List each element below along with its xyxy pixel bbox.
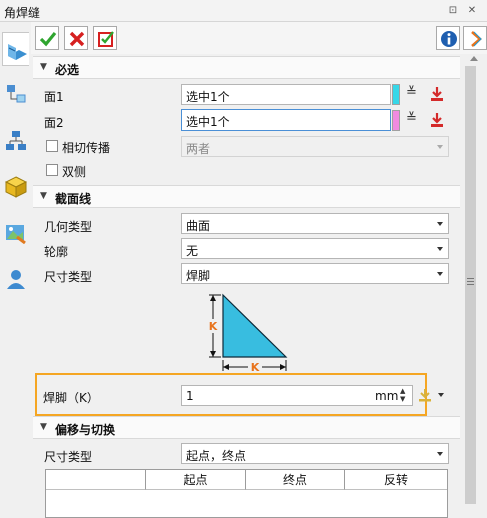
- k-vertical-label: K: [209, 320, 218, 333]
- face1-label: 面1: [44, 90, 64, 104]
- scrollbar-thumb[interactable]: [465, 66, 476, 504]
- face2-pick-icon[interactable]: [429, 111, 445, 129]
- tab-view[interactable]: [2, 216, 29, 250]
- dropdown-arrow-icon: [437, 272, 443, 276]
- face2-expand-icon[interactable]: ≚: [406, 111, 417, 126]
- contour-value: 无: [186, 244, 199, 258]
- dropdown-arrow-icon: [437, 247, 443, 251]
- tab-history[interactable]: [2, 124, 29, 158]
- cross-icon: [69, 31, 85, 47]
- info-icon: [441, 31, 457, 47]
- face2-field[interactable]: 选中1个: [181, 109, 391, 131]
- face2-value: 选中1个: [186, 115, 230, 129]
- window-title: 角焊缝: [4, 6, 41, 20]
- checkmark-icon: [39, 31, 57, 47]
- tab-user[interactable]: [2, 262, 29, 296]
- contour-select[interactable]: 无: [181, 238, 449, 259]
- info-button[interactable]: [436, 26, 460, 50]
- part-cube-icon: [5, 176, 27, 198]
- leg-options-arrow-icon[interactable]: [438, 393, 444, 397]
- double-side-label: 双侧: [62, 165, 87, 179]
- leg-input[interactable]: 1 mm ▲ ▼: [181, 385, 413, 406]
- contour-label: 轮廓: [44, 245, 69, 259]
- user-icon: [7, 270, 25, 289]
- weld-feature-icon: [8, 44, 27, 60]
- history-tree-icon: [6, 131, 26, 150]
- section-title: 截面线: [55, 192, 92, 206]
- face1-expand-icon[interactable]: ≚: [406, 85, 417, 100]
- leg-unit: mm: [375, 389, 399, 403]
- vertical-scrollbar[interactable]: [462, 54, 487, 518]
- tangent-label: 相切传播: [62, 141, 111, 155]
- options-panel: ▼ 必选 面1 选中1个 ≚ 面2 选中1个 ≚ 相切传播 两者 双侧 ▼ 截面…: [31, 54, 462, 518]
- cancel-button[interactable]: [64, 26, 88, 50]
- collapse-triangle-icon: ▼: [40, 422, 47, 432]
- table-header-end: 终点: [246, 470, 345, 490]
- offset-size-type-label: 尺寸类型: [44, 450, 93, 464]
- pin-icon[interactable]: ⊡: [447, 5, 459, 17]
- section-offset-header[interactable]: ▼ 偏移与切换: [33, 416, 460, 439]
- tab-assembly[interactable]: [2, 78, 29, 112]
- offset-size-type-select[interactable]: 起点，终点: [181, 443, 449, 464]
- table-header-flip: 反转: [345, 470, 447, 490]
- left-tab-strip: [0, 22, 31, 518]
- double-side-checkbox[interactable]: [46, 164, 58, 176]
- leg-label: 焊脚（K）: [43, 391, 99, 405]
- face2-label: 面2: [44, 116, 64, 130]
- tangent-select: 两者: [181, 136, 449, 157]
- dropdown-arrow-icon: [437, 452, 443, 456]
- face1-value: 选中1个: [186, 90, 230, 104]
- table-header-blank: [46, 470, 146, 490]
- help-arrow-icon: [471, 31, 482, 47]
- weld-leg-diagram: K K: [207, 293, 288, 374]
- dropdown-arrow-icon: [437, 145, 443, 149]
- size-type-select[interactable]: 焊脚: [181, 263, 449, 284]
- weld-triangle: [222, 293, 288, 358]
- leg-reference-icon[interactable]: [417, 387, 433, 403]
- collapse-triangle-icon: ▼: [40, 62, 47, 72]
- offset-table[interactable]: 起点 终点 反转: [45, 469, 448, 518]
- geom-type-select[interactable]: 曲面: [181, 213, 449, 234]
- size-type-label: 尺寸类型: [44, 270, 93, 284]
- tangent-checkbox[interactable]: [46, 140, 58, 152]
- dialog-toolbar: [31, 22, 487, 54]
- face1-field[interactable]: 选中1个: [181, 84, 391, 105]
- face2-color-swatch[interactable]: [392, 110, 400, 131]
- leg-value: 1: [186, 389, 194, 403]
- table-header-start: 起点: [146, 470, 246, 490]
- section-title: 必选: [55, 63, 80, 77]
- close-icon[interactable]: ✕: [466, 5, 478, 17]
- size-type-value: 焊脚: [186, 269, 211, 283]
- offset-size-type-value: 起点，终点: [186, 449, 247, 463]
- ok-button[interactable]: [35, 26, 59, 50]
- help-button[interactable]: [463, 26, 487, 50]
- collapse-triangle-icon: ▼: [40, 191, 47, 201]
- view-image-icon: [6, 225, 26, 244]
- tab-part[interactable]: [2, 170, 29, 204]
- face1-pick-icon[interactable]: [429, 85, 445, 103]
- apply-check-icon: [98, 31, 114, 47]
- apply-button[interactable]: [93, 26, 117, 50]
- geom-type-value: 曲面: [186, 219, 211, 233]
- scroll-up-arrow-icon[interactable]: [470, 56, 478, 61]
- assembly-tree-icon: [7, 85, 26, 103]
- spin-buttons[interactable]: ▲ ▼: [400, 387, 405, 403]
- section-title: 偏移与切换: [55, 423, 116, 437]
- section-profile-header[interactable]: ▼ 截面线: [33, 185, 460, 208]
- dropdown-arrow-icon: [437, 222, 443, 226]
- section-required-header[interactable]: ▼ 必选: [33, 56, 460, 79]
- tangent-value: 两者: [186, 142, 211, 156]
- title-bar: 角焊缝 ⊡ ✕: [0, 0, 487, 22]
- geom-type-label: 几何类型: [44, 220, 93, 234]
- tab-feature[interactable]: [2, 32, 29, 66]
- face1-color-swatch[interactable]: [392, 84, 400, 105]
